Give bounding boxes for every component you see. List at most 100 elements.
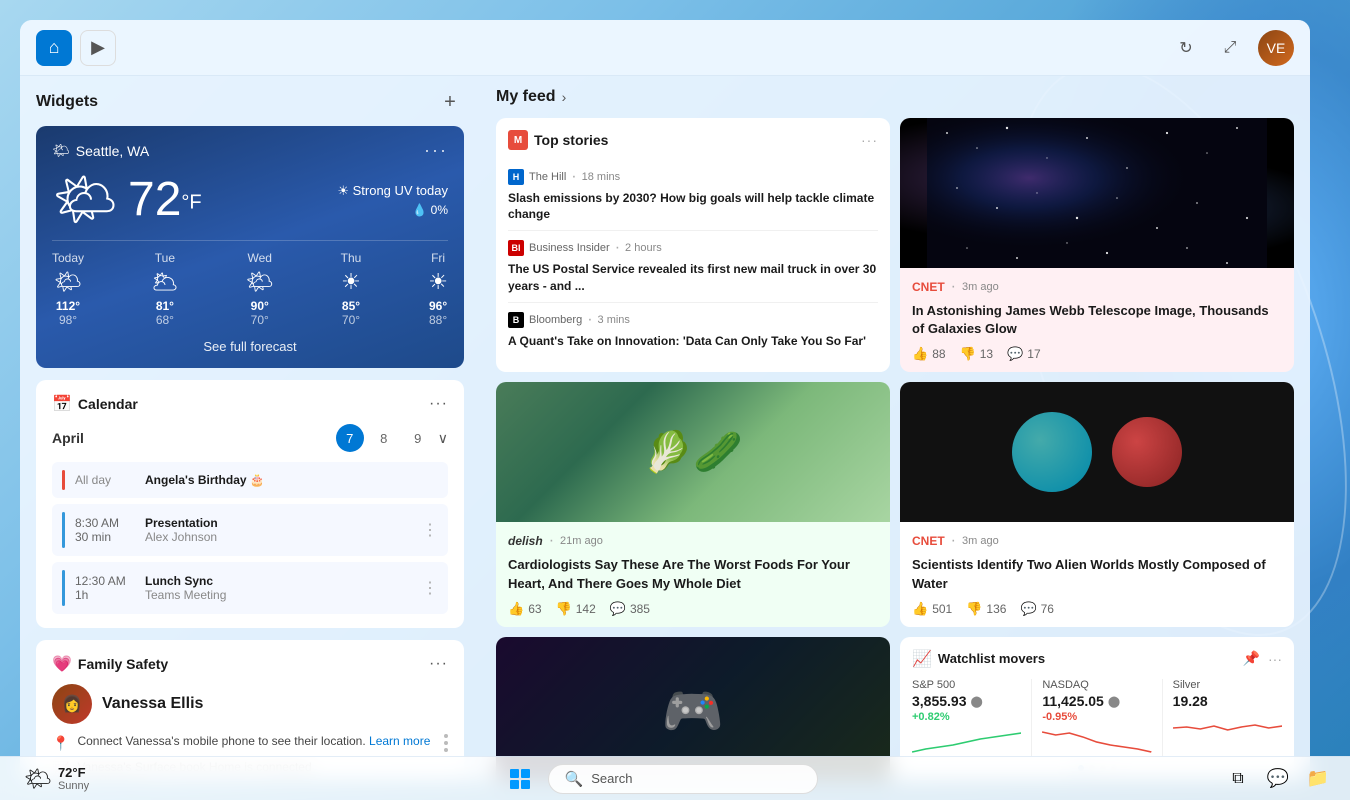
location-icon: 📍 [52,735,69,752]
top-bar: ⌂ ▶ ↻ ⤢ VE [20,20,1310,76]
comment-icon: 💬 [1007,346,1023,362]
alien-time: 3m ago [962,535,999,547]
watchlist-pin[interactable]: 📌 [1243,650,1260,667]
taskbar-weather-info: 72°F Sunny [58,765,89,792]
calendar-date-7[interactable]: 7 [336,424,364,452]
msn-icon: M [508,130,528,150]
taskbar-weather[interactable]: 🌤 72°F Sunny [16,761,97,796]
weather-location-row: 🌤 Seattle, WA ··· [52,140,448,161]
thumbs-down-icon3: 👎 [966,601,982,617]
planet-red [1112,417,1182,487]
feed-header: My feed › [496,88,1294,106]
planet-blue [1012,412,1092,492]
top-bar-right: ↻ ⤢ VE [1170,30,1294,66]
event-angela-birthday: All day Angela's Birthday 🎂 [52,462,448,498]
event-dots[interactable]: ⋮ [422,520,438,540]
food-headline: Cardiologists Say These Are The Worst Fo… [508,556,878,592]
expand-button[interactable]: ⤢ [1214,32,1246,64]
family-header: 💗 Family Safety ··· [52,654,448,674]
event-time-presentation: 8:30 AM 30 min [75,516,135,544]
cnet-brand: CNET [912,280,945,294]
feed-section: My feed › M Top stories ··· [480,76,1310,780]
delish-food-card[interactable]: delish · 21m ago Cardiologists Say These… [496,382,890,626]
media-button[interactable]: ▶ [80,30,116,66]
weather-sun-icon: 🌤 [52,169,118,230]
start-button[interactable] [502,761,538,797]
calendar-chevron[interactable]: ∨ [438,430,448,447]
calendar-dates: 7 8 9 ∨ [336,424,448,452]
webb-like[interactable]: 👍 88 [912,346,946,362]
event-presentation: 8:30 AM 30 min Presentation Alex Johnson… [52,504,448,556]
top-stories-menu[interactable]: ··· [861,132,878,148]
task-view-button[interactable]: ⧉ [1222,763,1254,795]
weather-uv: ☀ Strong UV today [337,183,448,199]
forecast-tue: Tue 🌥 81° 68° [151,251,179,327]
main-content: Widgets + 🌤 Seattle, WA ··· 🌤 72°F [20,76,1310,780]
feed-chevron[interactable]: › [562,89,567,105]
event-bar-blue2 [62,570,65,606]
webb-source-row: CNET · 3m ago [912,278,1282,296]
event-details-lunch: Lunch Sync Teams Meeting [145,574,226,602]
file-explorer-button[interactable]: 📁 [1302,763,1334,795]
family-menu[interactable]: ··· [429,655,448,673]
event-lunch-sync: 12:30 AM 1h Lunch Sync Teams Meeting ⋮ [52,562,448,614]
calendar-menu[interactable]: ··· [429,395,448,413]
weather-rain: 💧 0% [337,203,448,217]
watchlist-actions: 📌 ··· [1243,650,1282,667]
search-text: Search [591,771,632,786]
event-details-presentation: Presentation Alex Johnson [145,516,218,544]
story-item-3[interactable]: B Bloomberg · 3 mins A Quant's Take on I… [508,303,878,357]
alien-worlds-card[interactable]: CNET · 3m ago Scientists Identify Two Al… [900,382,1294,626]
learn-more-link[interactable]: Learn more [369,734,430,748]
story-item-2[interactable]: BI Business Insider · 2 hours The US Pos… [508,231,878,302]
alien-comment[interactable]: 💬 76 [1020,601,1054,617]
weather-location: 🌤 Seattle, WA [52,142,149,159]
watchlist-header: 📈 Watchlist movers 📌 ··· [912,649,1282,669]
add-widget-button[interactable]: + [436,88,464,116]
alien-source-row: CNET · 3m ago [912,532,1282,550]
watchlist-items: S&P 500 3,855.93 ⬤ +0.82% [912,679,1282,757]
planet-image [900,382,1294,522]
weather-menu[interactable]: ··· [424,140,448,161]
food-comment[interactable]: 💬 385 [610,601,650,617]
silver-price: 19.28 [1173,693,1282,709]
thumbs-up-icon3: 👍 [912,601,928,617]
nasdaq-change: -0.95% [1042,711,1151,723]
taskbar-search[interactable]: 🔍 Search [548,764,818,794]
silver-item: Silver 19.28 [1173,679,1282,757]
alien-dislike[interactable]: 👎 136 [966,601,1006,617]
nasdaq-name: NASDAQ [1042,679,1151,691]
story-headline-2: The US Postal Service revealed its first… [508,261,878,293]
family-location-text: Connect Vanessa's mobile phone to see th… [77,734,430,748]
webb-time: 3m ago [962,281,999,293]
calendar-date-9[interactable]: 9 [404,424,432,452]
weather-right: ☀ Strong UV today 💧 0% [337,183,448,217]
james-webb-card[interactable]: CNET · 3m ago In Astonishing James Webb … [900,118,1294,372]
rain-icon: 💧 [412,203,427,217]
webb-comment[interactable]: 💬 17 [1007,346,1041,362]
user-avatar[interactable]: VE [1258,30,1294,66]
webb-dislike[interactable]: 👎 13 [960,346,994,362]
calendar-icon: 📅 [52,394,72,414]
refresh-button[interactable]: ↻ [1170,32,1202,64]
home-button[interactable]: ⌂ [36,30,72,66]
food-dislike[interactable]: 👎 142 [556,601,596,617]
story-item-1[interactable]: H The Hill · 18 mins Slash emissions by … [508,160,878,231]
space-stars [900,118,1294,268]
calendar-widget: 📅 Calendar ··· April 7 8 9 ∨ [36,380,464,628]
card-overlay-alien: CNET · 3m ago Scientists Identify Two Al… [900,522,1294,626]
weather-widget: 🌤 Seattle, WA ··· 🌤 72°F ☀ [36,126,464,368]
watchlist-menu[interactable]: ··· [1268,651,1282,667]
nasdaq-status: ⬤ [1108,695,1120,708]
calendar-date-8[interactable]: 8 [370,424,398,452]
event-dots2[interactable]: ⋮ [422,578,438,598]
story-headline-3: A Quant's Take on Innovation: 'Data Can … [508,333,878,349]
teams-button[interactable]: 💬 [1262,763,1294,795]
alien-like[interactable]: 👍 501 [912,601,952,617]
taskbar-temp: 72°F [58,765,89,780]
family-title: Family Safety [78,656,168,672]
see-forecast-button[interactable]: See full forecast [52,339,448,354]
alien-headline: Scientists Identify Two Alien Worlds Mos… [912,556,1282,592]
food-like[interactable]: 👍 63 [508,601,542,617]
business-insider-icon: BI [508,240,524,256]
